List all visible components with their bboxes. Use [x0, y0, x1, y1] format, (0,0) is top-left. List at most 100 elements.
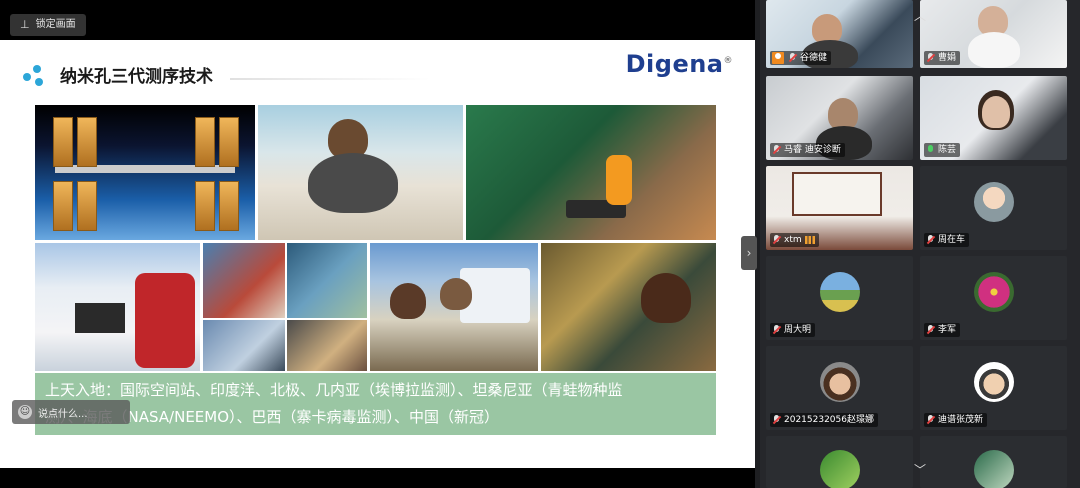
participant-gallery: 谷德健 曹娟 马睿 迪安诊断 陈芸 xtm 周在车 周大明 李军 2021523… [760, 0, 1080, 488]
brand-logo: Digena® [626, 50, 733, 78]
lock-view-button[interactable]: ⊥ 锁定画面 [10, 14, 86, 36]
host-icon [772, 52, 784, 64]
participant-nameplate: 李军 [924, 323, 961, 337]
slide-logo-icon [23, 65, 43, 86]
registered-mark: ® [723, 56, 733, 66]
solar-panel [53, 181, 73, 231]
avatar [973, 182, 1014, 222]
chevron-down-icon: ﹀ [913, 463, 926, 477]
person-head [390, 283, 426, 319]
person-head [641, 273, 691, 323]
wall-painting [792, 172, 882, 216]
gallery-scroll-down-button[interactable]: ﹀ [910, 462, 930, 478]
avatar [819, 272, 860, 312]
laptop [75, 303, 125, 333]
participant-name: 迪谱张茂新 [938, 415, 984, 425]
microphone-icon [926, 145, 935, 155]
participant-nameplate: 20215232056赵璟娜 [770, 413, 878, 427]
participant-name: 陈芸 [938, 145, 957, 155]
participant-name: 20215232056赵璟娜 [784, 415, 874, 425]
smile-icon: ☺ [18, 405, 32, 419]
orange-glove [606, 155, 632, 205]
participant-tile[interactable]: xtm [766, 166, 913, 250]
microphone-icon [772, 235, 781, 245]
chat-input[interactable]: ☺ 说点什么... [12, 400, 130, 424]
photo-lab-3 [203, 320, 285, 371]
participant-tile[interactable]: 曹娟 [920, 0, 1067, 68]
avatar [819, 362, 860, 402]
participant-nameplate: xtm [770, 233, 819, 247]
shared-screen: ⊥ 锁定画面 纳米孔三代测序技术 Digena® 上天入地：国际空间站、印度洋、… [0, 0, 755, 488]
person-head [982, 96, 1010, 128]
participant-name: xtm [784, 235, 802, 245]
participant-tile[interactable]: 迪谱张茂新 [920, 346, 1067, 430]
participant-tile[interactable]: 周在车 [920, 166, 1067, 250]
title-divider [230, 78, 430, 80]
person-head [440, 278, 472, 310]
signal-strength-icon [804, 236, 815, 244]
brand-name: Digena [625, 50, 724, 78]
photo-pipette-sequencer [466, 105, 716, 240]
participant-nameplate: 周大明 [770, 323, 816, 337]
caption-line-1: 上天入地：国际空间站、印度洋、北极、几内亚（埃博拉监测）、坦桑尼亚（青蛙物种监 [45, 381, 623, 399]
participant-tile[interactable] [766, 436, 913, 488]
slide-title: 纳米孔三代测序技术 [60, 67, 213, 87]
lock-view-label: 锁定画面 [35, 19, 76, 30]
gallery-scroll-up-button[interactable]: ︿ [910, 8, 930, 24]
photo-field-van [370, 243, 538, 371]
chevron-up-icon: ︿ [913, 9, 926, 23]
participant-tile[interactable]: 20215232056赵璟娜 [766, 346, 913, 430]
participant-tile[interactable]: 李军 [920, 256, 1067, 340]
participant-name: 曹娟 [938, 53, 957, 63]
microphone-icon [926, 235, 935, 245]
microphone-icon [926, 53, 935, 63]
participant-nameplate: 迪谱张茂新 [924, 413, 988, 427]
participant-nameplate: 谷德健 [770, 51, 832, 65]
participant-nameplate: 曹娟 [924, 51, 961, 65]
photo-lab-4 [287, 320, 367, 371]
photo-space-station [35, 105, 255, 240]
solar-panel [219, 117, 239, 167]
participant-tile[interactable] [920, 436, 1067, 488]
participant-name: 周大明 [784, 325, 812, 335]
participant-tile[interactable]: 周大明 [766, 256, 913, 340]
person-body [968, 32, 1020, 68]
participant-nameplate: 周在车 [924, 233, 970, 247]
solar-panel [195, 117, 215, 167]
participant-name: 李军 [938, 325, 957, 335]
pin-icon: ⊥ [20, 18, 30, 31]
slide-caption: 上天入地：国际空间站、印度洋、北极、几内亚（埃博拉监测）、坦桑尼亚（青蛙物种监 … [35, 373, 716, 435]
participant-nameplate: 马睿 迪安诊断 [770, 143, 845, 157]
participant-nameplate: 陈芸 [924, 143, 961, 157]
microphone-icon [926, 325, 935, 335]
participant-name: 马睿 迪安诊断 [784, 145, 841, 155]
solar-panel [53, 117, 73, 167]
microphone-icon [772, 145, 781, 155]
participant-tile[interactable]: 陈芸 [920, 76, 1067, 160]
meeting-window: ⊥ 锁定画面 纳米孔三代测序技术 Digena® 上天入地：国际空间站、印度洋、… [0, 0, 1080, 488]
solar-panel [77, 117, 97, 167]
participant-tile[interactable]: 马睿 迪安诊断 [766, 76, 913, 160]
avatar [973, 272, 1014, 312]
photo-lab-1 [203, 243, 285, 318]
participant-name: 周在车 [938, 235, 966, 245]
solar-panel [219, 181, 239, 231]
microphone-icon [772, 415, 781, 425]
solar-panel [195, 181, 215, 231]
chat-placeholder: 说点什么... [38, 408, 88, 420]
collapse-gallery-button[interactable]: › [741, 236, 757, 270]
red-parka [135, 273, 195, 368]
microphone-icon [772, 325, 781, 335]
photo-lab-2 [287, 243, 367, 318]
microphone-icon [788, 53, 797, 63]
photo-rainforest-lab [541, 243, 716, 371]
photo-arctic [35, 243, 200, 371]
person-body [308, 153, 398, 213]
participant-tile[interactable]: 谷德健 [766, 0, 913, 68]
photo-beach-researcher [258, 105, 463, 240]
avatar [819, 450, 860, 488]
participant-name: 谷德健 [800, 53, 828, 63]
caption-line-2: 测）、海底（NASA/NEEMO）、巴西（寨卡病毒监测）、中国（新冠） [45, 408, 500, 426]
avatar [973, 450, 1014, 488]
microphone-icon [926, 415, 935, 425]
